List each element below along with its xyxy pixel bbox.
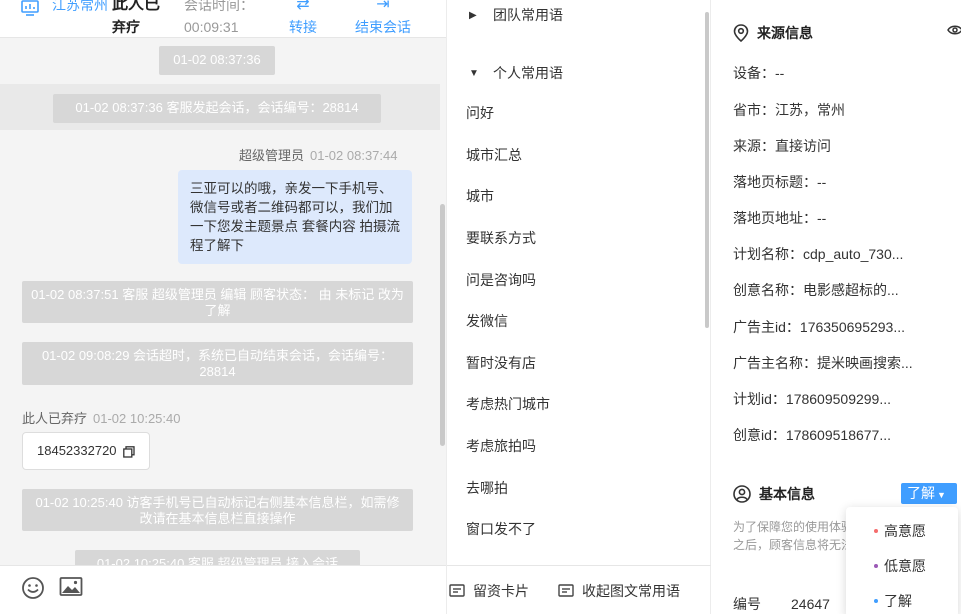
phrases-scrollbar[interactable] [705,12,709,328]
status-dropdown-menu: 高意愿 低意愿 了解 [846,507,958,614]
status-option-high[interactable]: 高意愿 [874,521,926,541]
phrase-item[interactable]: 去哪拍 [466,478,508,498]
status-dot [874,599,878,603]
message-meta: 此人已弃疗 01-02 10:25:40 [22,408,180,427]
transfer-button[interactable]: ⇄ 转接 [289,0,317,38]
emoji-icon[interactable] [21,576,45,600]
phrase-item[interactable]: 城市汇总 [466,145,522,165]
phrase-item[interactable]: 城市 [466,186,494,206]
session-time: 会话时间： 00:09:31 [184,0,254,35]
view-icon[interactable] [947,22,961,38]
field-creative-name: 创意名称：电影感超标的... [733,282,899,298]
phrase-item[interactable]: 问是咨询吗 [466,270,536,290]
phrase-item[interactable]: 要联系方式 [466,228,536,248]
phrase-item[interactable]: 考虑旅拍吗 [466,436,536,456]
message-meta: 超级管理员 01-02 08:37:44 [239,145,397,164]
caret-right-icon: ▶ [469,9,477,21]
exit-icon: ⇥ [376,0,390,13]
visitor-location: 江苏常州 [52,0,108,13]
chat-toolbar [0,565,446,614]
phrase-group-personal[interactable]: ▼ 个人常用语 [469,63,563,83]
message-time: 01-02 10:25:40 [93,411,181,426]
image-icon[interactable] [59,576,83,598]
phrase-item[interactable]: 考虑热门城市 [466,394,550,414]
caret-down-icon: ▼ [469,67,479,79]
transfer-icon: ⇄ [296,0,310,13]
field-creative-id: 创意id：178609518677... [733,427,892,443]
card-icon [449,584,465,597]
sender-name: 超级管理员 [239,148,305,163]
message-icon [558,584,574,597]
field-landing-url: 落地页地址：-- [733,210,827,226]
chat-header: 江苏常州 此人已 弃疗 会话时间： 00:09:31 ⇄ 转接 ⇥ 结束会话 [0,0,446,38]
visitor-message-bubble[interactable]: 18452332720 [22,432,150,470]
field-source: 来源：直接访问 [733,138,831,154]
phrase-item[interactable]: 问好 [466,103,494,123]
message-time: 01-02 08:37:44 [310,148,398,163]
field-advertiser-name: 广告主名称：提米映画搜索... [733,355,913,371]
status-dot [874,529,878,533]
field-plan-name: 计划名称：cdp_auto_730... [733,246,904,262]
system-message: 01-02 08:37:36 客服发起会话，会话编号：28814 [53,94,381,123]
system-message: 01-02 08:37:51 客服 超级管理员 编辑 顾客状态： 由 未标记 改… [22,281,413,323]
agent-message-bubble[interactable]: 三亚可以的哦，亲发一下手机号、微信号或者二维码都可以，我们加一下您发主题景点 套… [178,170,412,264]
copy-icon[interactable] [123,446,135,458]
chat-scrollbar[interactable] [440,204,445,446]
status-dot [874,564,878,568]
field-code: 编号 24647 [733,596,830,612]
leave-card-button[interactable]: 留资卡片 [449,581,529,601]
phrase-item[interactable]: 窗口发不了 [466,519,536,539]
phrase-group-team[interactable]: ▶ 团队常用语 [469,5,563,25]
status-option-low[interactable]: 低意愿 [874,556,926,576]
system-message: 01-02 10:25:40 访客手机号已自动标记右侧基本信息栏，如需修改请在基… [22,489,413,531]
phrase-item[interactable]: 发微信 [466,311,508,331]
time-divider: 01-02 08:37:36 [159,46,275,75]
visitor-name: 此人已 弃疗 [112,0,161,35]
end-session-button[interactable]: ⇥ 结束会话 [355,0,411,38]
sender-name: 此人已弃疗 [22,411,88,426]
monitor-icon [21,0,39,16]
phrases-toolbar: 留资卡片 收起图文常用语 [447,565,712,614]
basic-info-title: 基本信息 [733,484,815,504]
phone-number: 18452332720 [37,443,117,458]
common-phrases-panel: ▶ 团队常用语 ▼ 个人常用语 问好 城市汇总 城市 要联系方式 问是咨询吗 发… [446,0,712,614]
status-dropdown[interactable]: 了解 ▼ [901,483,957,504]
source-info-title: 来源信息 [733,23,813,43]
field-province-city: 省市：江苏，常州 [733,102,845,118]
field-plan-id: 计划id：178609509299... [733,391,892,407]
user-circle-icon [733,485,751,503]
visitor-info-panel: 来源信息 设备：-- 省市：江苏，常州 来源：直接访问 落地页标题：-- 落地页… [711,0,961,614]
field-advertiser-id: 广告主id：176350695293... [733,319,906,335]
location-pin-icon [733,24,749,42]
chat-panel: 01-02 08:37:36 01-02 08:37:36 客服发起会话，会话编… [0,0,446,614]
status-option-know[interactable]: 了解 [874,591,912,611]
collapse-phrases-button[interactable]: 收起图文常用语 [558,581,680,601]
system-message: 01-02 09:08:29 会话超时，系统已自动结束会话，会话编号：28814 [22,342,413,385]
caret-down-icon: ▼ [937,490,946,500]
field-landing-title: 落地页标题：-- [733,174,827,190]
field-device: 设备：-- [733,65,785,81]
phrase-item[interactable]: 暂时没有店 [466,353,536,373]
